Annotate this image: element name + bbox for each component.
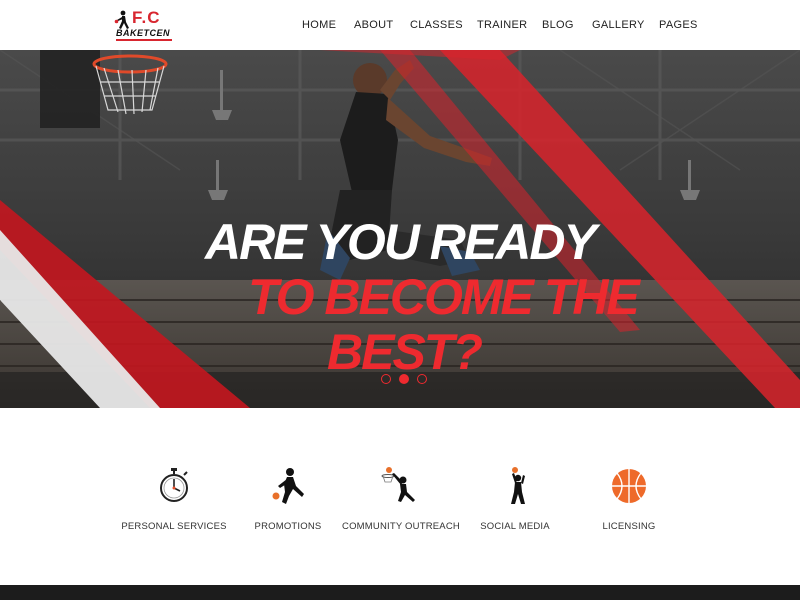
nav-item-classes[interactable]: CLASSES (410, 19, 463, 31)
nav-item-gallery[interactable]: GALLERY (592, 19, 645, 31)
feature-community-outreach[interactable]: COMMUNITY OUTREACH (336, 466, 466, 536)
next-section-strip (0, 585, 800, 600)
feature-licensing[interactable]: LICENSING (564, 466, 694, 536)
hero-headline-line2: TO BECOME THE (248, 269, 640, 325)
feature-personal-services[interactable]: PERSONAL SERVICES (109, 466, 239, 536)
feature-promotions[interactable]: PROMOTIONS (223, 466, 353, 536)
hero-slider: ARE YOU READY TO BECOME THE BEST? (0, 50, 800, 408)
slider-pagination (381, 374, 431, 386)
shooting-player-icon (511, 467, 525, 504)
feature-label: COMMUNITY OUTREACH (342, 521, 460, 532)
main-nav: HOME ABOUT CLASSES TRAINER BLOG GALLERY … (0, 19, 800, 33)
dunking-player-icon (381, 467, 415, 502)
nav-item-blog[interactable]: BLOG (542, 19, 574, 31)
feature-label: PERSONAL SERVICES (121, 521, 227, 532)
slider-dot-1[interactable] (381, 374, 391, 384)
basketball-icon (612, 469, 646, 503)
feature-label: SOCIAL MEDIA (480, 521, 550, 532)
nav-item-pages[interactable]: PAGES (659, 19, 698, 31)
logo-underline (116, 39, 172, 41)
feature-social-media[interactable]: SOCIAL MEDIA (450, 466, 580, 536)
site-header: F.C BAKETCEN HOME ABOUT CLASSES TRAINER … (0, 0, 800, 50)
feature-label: PROMOTIONS (254, 521, 322, 532)
feature-label: LICENSING (602, 521, 656, 532)
nav-item-trainer[interactable]: TRAINER (477, 19, 527, 31)
stopwatch-icon (160, 468, 188, 502)
hero-headline-line3: BEST? (327, 324, 483, 380)
dribbling-player-icon (272, 468, 304, 504)
nav-item-about[interactable]: ABOUT (354, 19, 393, 31)
hero-headline-line1: ARE YOU READY (205, 214, 597, 270)
nav-item-home[interactable]: HOME (302, 19, 336, 31)
slider-dot-2[interactable] (399, 374, 409, 384)
slider-dot-3[interactable] (417, 374, 427, 384)
